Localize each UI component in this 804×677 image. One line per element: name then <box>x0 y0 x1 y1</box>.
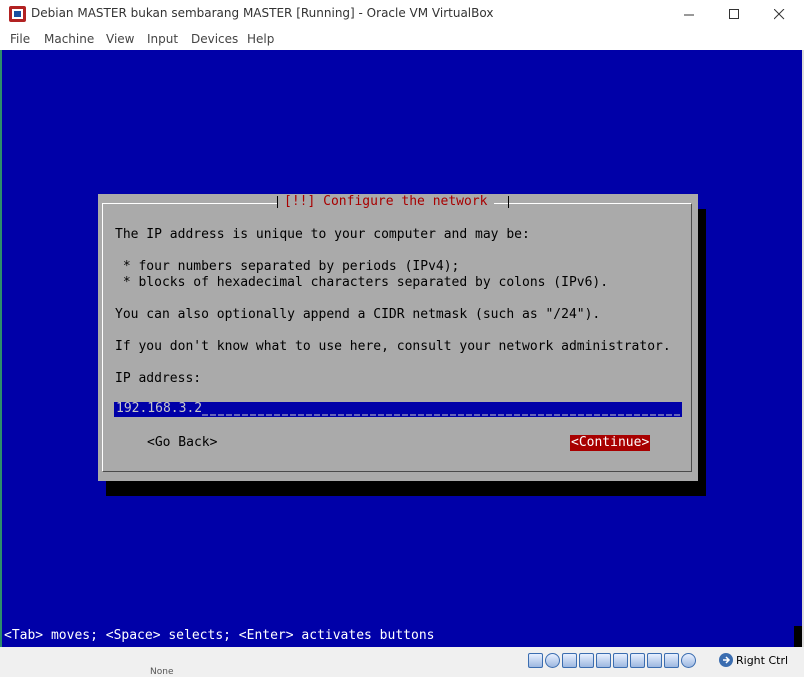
window-title: Debian MASTER bukan sembarang MASTER [Ru… <box>31 6 494 20</box>
menu-devices[interactable]: Devices <box>191 32 238 46</box>
close-button[interactable] <box>756 0 802 28</box>
audio-icon[interactable] <box>562 653 577 668</box>
ipv6-bullet: * blocks of hexadecimal characters separ… <box>115 275 609 290</box>
ip-address-label: IP address: <box>115 371 202 386</box>
host-key-label: Right Ctrl <box>736 654 789 667</box>
display-icon[interactable] <box>630 653 645 668</box>
admin-text: If you don't know what to use here, cons… <box>115 339 671 354</box>
menu-help[interactable]: Help <box>247 32 274 46</box>
menu-bar: File Machine View Input Devices Help <box>0 28 804 50</box>
maximize-button[interactable] <box>711 0 757 28</box>
go-back-button[interactable]: <Go Back> <box>147 435 217 451</box>
usb-icon[interactable] <box>596 653 611 668</box>
virtualbox-icon <box>9 6 26 22</box>
dialog-title: [!!] Configure the network <box>278 194 494 210</box>
network-icon[interactable] <box>579 653 594 668</box>
ip-address-input[interactable]: 192.168.3.2 <box>114 402 682 417</box>
minimize-button[interactable] <box>666 0 712 28</box>
intro-text: The IP address is unique to your compute… <box>115 227 530 242</box>
status-bar: Right Ctrl <box>0 647 804 673</box>
shared-folders-icon[interactable] <box>613 653 628 668</box>
menu-machine[interactable]: Machine <box>44 32 94 46</box>
mouse-integration-icon[interactable] <box>681 653 696 668</box>
hard-disk-icon[interactable] <box>528 653 543 668</box>
help-bar-edge <box>794 626 802 647</box>
close-icon <box>773 8 784 19</box>
menu-input[interactable]: Input <box>147 32 178 46</box>
ipv4-bullet: * four numbers separated by periods (IPv… <box>115 259 460 274</box>
menu-view[interactable]: View <box>106 32 134 46</box>
continue-button[interactable]: <Continue> <box>570 435 651 451</box>
vm-screen[interactable]: [!!] Configure the network The IP addres… <box>2 50 802 647</box>
video-capture-icon[interactable] <box>647 653 662 668</box>
menu-file[interactable]: File <box>10 32 30 46</box>
status-icons <box>528 653 696 668</box>
input-underline <box>202 414 680 416</box>
dialog-frame <box>102 203 692 472</box>
maximize-icon <box>728 8 739 19</box>
minimize-icon <box>683 14 694 15</box>
keyboard-help-text: <Tab> moves; <Space> selects; <Enter> ac… <box>4 628 435 643</box>
cpu-icon[interactable] <box>664 653 679 668</box>
window-titlebar: Debian MASTER bukan sembarang MASTER [Ru… <box>0 0 804 28</box>
stray-text: None <box>150 667 174 677</box>
optical-disk-icon[interactable] <box>545 653 560 668</box>
cidr-text: You can also optionally append a CIDR ne… <box>115 307 601 322</box>
configure-network-dialog: [!!] Configure the network The IP addres… <box>98 194 698 481</box>
host-key-icon <box>719 653 733 667</box>
title-divider-right <box>508 196 509 208</box>
